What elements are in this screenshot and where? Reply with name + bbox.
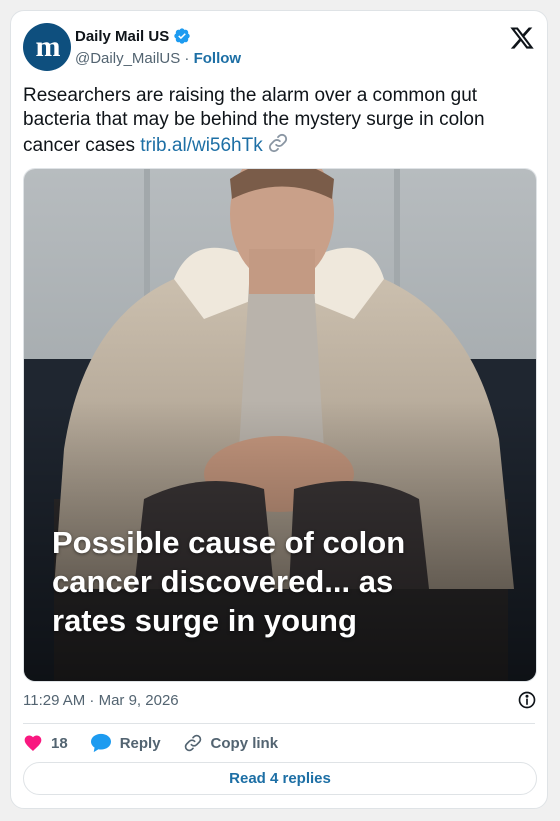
- reply-bubble-icon: [90, 733, 111, 753]
- link-icon: [184, 734, 201, 752]
- divider: [23, 723, 535, 724]
- timestamp-row: 11:29 AM · Mar 9, 2026: [23, 690, 537, 710]
- verified-badge-icon: [174, 28, 190, 44]
- reply-label: Reply: [119, 734, 161, 752]
- like-button[interactable]: 18: [23, 733, 68, 753]
- read-replies-button[interactable]: Read 4 replies: [23, 762, 537, 795]
- chain-link-icon: [268, 133, 287, 153]
- author-name-row: Daily Mail US: [75, 27, 191, 45]
- timestamp[interactable]: 11:29 AM · Mar 9, 2026: [23, 692, 179, 709]
- handle-row: @Daily_MailUS · Follow: [75, 50, 241, 67]
- display-name[interactable]: Daily Mail US: [75, 28, 169, 45]
- tweet-text: Researchers are raising the alarm over a…: [23, 84, 523, 158]
- handle[interactable]: @Daily_MailUS: [75, 50, 180, 67]
- tweet-link[interactable]: trib.al/wi56hTk: [140, 135, 263, 156]
- avatar[interactable]: m: [23, 23, 71, 71]
- reply-button[interactable]: Reply: [90, 733, 161, 753]
- heart-icon: [24, 735, 42, 751]
- info-icon[interactable]: [517, 690, 537, 710]
- follow-button[interactable]: Follow: [194, 50, 242, 67]
- media-image[interactable]: Possible cause of colon cancer discovere…: [23, 168, 537, 682]
- action-bar: 18 Reply Copy link: [23, 733, 300, 753]
- x-logo-icon[interactable]: [509, 25, 535, 51]
- read-replies-label: Read 4 replies: [229, 770, 331, 787]
- tweet-card: m Daily Mail US @Daily_MailUS · Follow R…: [10, 10, 548, 809]
- copy-link-button[interactable]: Copy link: [183, 733, 279, 753]
- avatar-glyph: m: [35, 30, 61, 63]
- media-headline: Possible cause of colon cancer discovere…: [52, 525, 406, 638]
- like-count: 18: [51, 734, 68, 752]
- separator: ·: [184, 50, 190, 67]
- copy-link-label: Copy link: [210, 734, 279, 752]
